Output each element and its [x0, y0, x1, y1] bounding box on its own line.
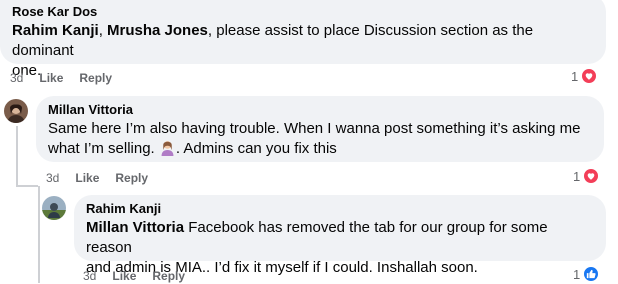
like-icon: [582, 265, 601, 283]
comment-timestamp[interactable]: 3d: [10, 70, 23, 86]
woman-shrugging-icon: [161, 141, 174, 156]
thread-line-reply: [38, 186, 40, 283]
comment-text-body: Same here I’m also having trouble. When …: [48, 120, 581, 137]
comment-timestamp[interactable]: 3d: [83, 268, 96, 284]
comment-author[interactable]: Rose Kar Dos: [12, 4, 594, 20]
reaction-count: 1: [573, 168, 581, 184]
comment-text-separator: ,: [98, 22, 103, 39]
comment-actions: 3d Like Reply: [83, 268, 201, 284]
reaction-summary[interactable]: 1: [573, 167, 601, 185]
comment-timestamp[interactable]: 3d: [46, 170, 59, 186]
comment-author[interactable]: Rahim Kanji: [86, 201, 594, 217]
mention-link[interactable]: Millan Vittoria: [86, 219, 184, 236]
thread-line-branch: [16, 185, 38, 187]
reply-button[interactable]: Reply: [115, 170, 148, 186]
like-button[interactable]: Like: [39, 70, 63, 86]
reaction-count: 1: [571, 68, 579, 84]
like-button[interactable]: Like: [112, 268, 136, 284]
reaction-count: 1: [573, 266, 581, 282]
avatar[interactable]: [4, 99, 28, 123]
reply-button[interactable]: Reply: [79, 70, 112, 86]
mention-link[interactable]: Mrusha Jones: [107, 22, 208, 39]
comment-text-body: . Admins can you fix this: [175, 140, 337, 157]
comment-author[interactable]: Millan Vittoria: [48, 102, 592, 118]
thread-line-main: [16, 126, 18, 186]
comment-actions: 3d Like Reply: [46, 170, 164, 186]
avatar[interactable]: [42, 196, 66, 220]
comment-bubble: Rose Kar Dos Rahim Kanji, Mrusha Jones, …: [0, 0, 606, 79]
love-icon: [580, 67, 599, 85]
comment-actions: 3d Like Reply: [10, 70, 128, 86]
mention-link[interactable]: Rahim Kanji: [12, 22, 99, 39]
reaction-summary[interactable]: 1: [573, 265, 601, 283]
comment-bubble: Millan Vittoria Same here I’m also havin…: [36, 96, 604, 162]
comment-text: Same here I’m also having trouble. When …: [48, 119, 592, 159]
reply-button[interactable]: Reply: [152, 268, 185, 284]
reaction-summary[interactable]: 1: [571, 67, 599, 85]
comment-bubble: Rahim Kanji Millan Vittoria Facebook has…: [74, 195, 606, 276]
love-icon: [582, 167, 601, 185]
like-button[interactable]: Like: [75, 170, 99, 186]
comment-text-body: what I’m selling.: [48, 140, 155, 157]
